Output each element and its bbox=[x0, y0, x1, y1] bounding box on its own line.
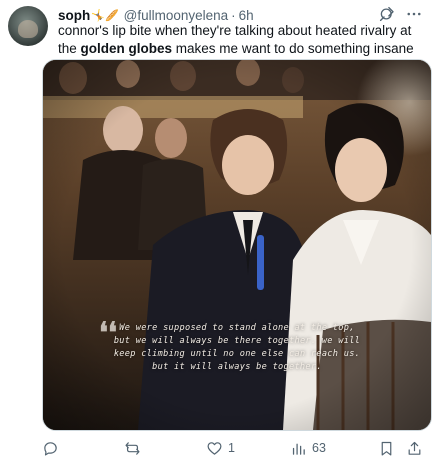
media-caption: We were supposed to stand alone at the t… bbox=[43, 322, 431, 374]
like-button[interactable]: 1 bbox=[206, 440, 235, 457]
tweet-text-part: makes me want to do something insane bbox=[172, 40, 414, 56]
heart-icon bbox=[207, 441, 222, 455]
media-photo bbox=[43, 60, 431, 430]
views-count: 63 bbox=[312, 441, 326, 455]
caption-line: but we will always be there together. we… bbox=[113, 336, 361, 346]
tweet-media[interactable]: ❛❛ We were supposed to stand alone at th… bbox=[42, 59, 432, 431]
views-button[interactable]: 63 bbox=[290, 440, 326, 457]
retweet-button[interactable] bbox=[124, 440, 146, 457]
retweet-icon bbox=[125, 441, 140, 455]
reply-button[interactable] bbox=[42, 440, 64, 457]
like-count: 1 bbox=[228, 441, 235, 455]
bookmark-icon bbox=[381, 441, 392, 455]
caption-line: We were supposed to stand alone at the t… bbox=[119, 323, 355, 333]
timestamp[interactable]: 6h bbox=[239, 8, 254, 23]
views-icon bbox=[292, 443, 305, 455]
avatar[interactable] bbox=[8, 6, 48, 46]
bookmark-button[interactable] bbox=[378, 440, 395, 457]
caption-line: but it will always be together. bbox=[152, 362, 322, 372]
more-icon[interactable] bbox=[404, 5, 424, 23]
tweet[interactable]: soph 🤸🥖 @fullmoonyelena · 6h connor's li… bbox=[0, 0, 434, 460]
share-button[interactable] bbox=[406, 440, 423, 457]
display-name[interactable]: soph bbox=[58, 8, 90, 23]
separator-dot: · bbox=[231, 7, 236, 23]
caption-line: keep climbing until no one else can reac… bbox=[113, 349, 361, 359]
display-name-emoji: 🤸🥖 bbox=[91, 9, 119, 22]
share-icon bbox=[408, 441, 421, 455]
tweet-text-bold: golden globes bbox=[80, 40, 173, 56]
tweet-text: connor's lip bite when they're talking a… bbox=[58, 22, 418, 57]
grok-icon[interactable] bbox=[378, 5, 396, 23]
reply-icon bbox=[44, 441, 57, 455]
handle[interactable]: @fullmoonyelena bbox=[124, 8, 229, 23]
action-bar: 1 63 bbox=[42, 438, 430, 458]
